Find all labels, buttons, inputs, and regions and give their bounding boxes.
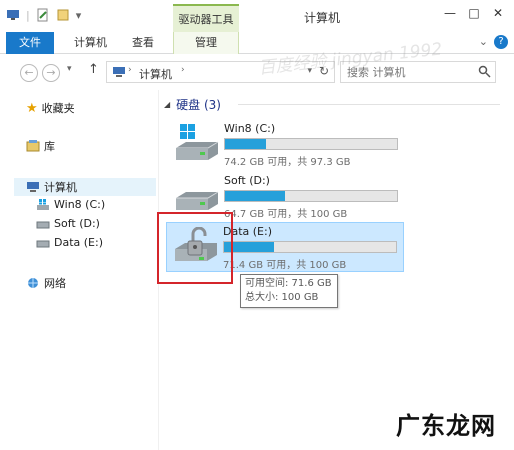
tooltip-free-space: 可用空间: 71.6 GB bbox=[245, 278, 332, 289]
recent-locations-icon[interactable]: ▾ bbox=[67, 64, 72, 74]
nav-item-libraries[interactable]: 库 bbox=[26, 138, 55, 154]
drive-space-info: 74.2 GB 可用，共 97.3 GB bbox=[224, 157, 351, 168]
nav-item-label: 网络 bbox=[44, 277, 66, 290]
drive-name: Soft (D:) bbox=[224, 174, 270, 187]
search-icon[interactable] bbox=[478, 65, 491, 78]
ribbon-controls: ⌄ ? bbox=[479, 35, 508, 49]
network-icon bbox=[28, 278, 38, 288]
nav-item-drive-c[interactable]: Win8 (C:) bbox=[36, 198, 105, 211]
windows-drive-icon bbox=[37, 198, 49, 210]
usage-bar-fill bbox=[225, 191, 286, 201]
tab-computer[interactable]: 计算机 bbox=[74, 32, 107, 54]
tooltip-total-size: 总大小: 100 GB bbox=[245, 292, 319, 303]
library-icon bbox=[26, 140, 40, 152]
nav-item-label: 计算机 bbox=[44, 181, 77, 194]
usage-bar-fill bbox=[225, 139, 267, 149]
drive-icon bbox=[176, 191, 219, 210]
nav-item-label: Soft (D:) bbox=[54, 217, 100, 230]
maximize-button[interactable]: □ bbox=[462, 4, 486, 22]
drive-icon bbox=[36, 240, 50, 247]
navigation-pane: ★ 收藏夹 库 计算机 Win8 (C:) Soft (D:) Data (E:… bbox=[0, 90, 158, 450]
windows-drive-icon bbox=[176, 124, 219, 160]
nav-item-computer-label[interactable]: 计算机 bbox=[26, 179, 77, 195]
nav-item-favorites[interactable]: ★ 收藏夹 bbox=[26, 100, 75, 116]
drive-space-info: 64.7 GB 可用，共 100 GB bbox=[224, 209, 348, 220]
site-logo-text: 广东龙网 bbox=[396, 412, 496, 440]
drive-space-info: 71.4 GB 可用，共 100 GB bbox=[223, 260, 347, 271]
nav-item-network[interactable]: 网络 bbox=[26, 275, 66, 291]
drive-tile-c[interactable]: Win8 (C:) 74.2 GB 可用，共 97.3 GB bbox=[168, 120, 404, 168]
group-divider bbox=[238, 104, 500, 105]
usage-bar bbox=[223, 241, 397, 253]
highlight-annotation-box bbox=[157, 212, 233, 284]
star-icon: ★ bbox=[26, 100, 38, 116]
usage-bar bbox=[224, 190, 398, 202]
up-button[interactable]: ↑ bbox=[88, 62, 99, 77]
properties-icon[interactable] bbox=[36, 8, 50, 22]
nav-item-drive-e[interactable]: Data (E:) bbox=[36, 236, 103, 249]
quick-access-toolbar: | ▾ bbox=[6, 8, 81, 22]
drive-icon bbox=[36, 221, 50, 228]
drive-tools-context-tab: 驱动器工具 bbox=[173, 4, 239, 34]
group-header[interactable]: ◢ 硬盘 (3) bbox=[164, 96, 221, 113]
drive-name: Win8 (C:) bbox=[224, 122, 276, 135]
window-controls: — □ ✕ bbox=[438, 4, 510, 22]
help-icon[interactable]: ? bbox=[494, 35, 508, 49]
nav-item-label: Data (E:) bbox=[54, 236, 104, 249]
back-button[interactable]: ← bbox=[20, 64, 38, 82]
breadcrumb[interactable]: 计算机 bbox=[139, 66, 172, 82]
computer-icon[interactable] bbox=[6, 8, 20, 22]
close-button[interactable]: ✕ bbox=[486, 4, 510, 22]
drive-tooltip: 可用空间: 71.6 GB 总大小: 100 GB bbox=[240, 274, 338, 308]
customize-qat-icon[interactable]: ▾ bbox=[76, 9, 82, 22]
tab-manage[interactable]: 管理 bbox=[173, 32, 239, 54]
tab-view[interactable]: 查看 bbox=[132, 32, 154, 54]
minimize-button[interactable]: — bbox=[438, 4, 462, 22]
expand-ribbon-icon[interactable]: ⌄ bbox=[479, 35, 488, 49]
tab-file[interactable]: 文件 bbox=[6, 32, 54, 54]
title-bar: | ▾ 驱动器工具 计算机 — □ ✕ bbox=[0, 0, 514, 34]
new-folder-icon[interactable] bbox=[56, 8, 70, 22]
nav-item-label: Win8 (C:) bbox=[54, 198, 106, 211]
collapse-caret-icon[interactable]: ◢ bbox=[164, 100, 170, 109]
nav-item-label: 库 bbox=[44, 140, 55, 153]
nav-item-label: 收藏夹 bbox=[41, 102, 75, 115]
crumb-separator-icon[interactable]: › bbox=[128, 65, 132, 75]
forward-button[interactable]: → bbox=[42, 64, 60, 82]
nav-item-drive-d[interactable]: Soft (D:) bbox=[36, 217, 100, 230]
computer-icon bbox=[27, 182, 39, 192]
window-title: 计算机 bbox=[304, 11, 341, 25]
usage-bar bbox=[224, 138, 398, 150]
crumb-separator-icon[interactable]: › bbox=[181, 65, 185, 75]
computer-icon bbox=[113, 67, 125, 77]
group-header-label: 硬盘 (3) bbox=[176, 98, 221, 112]
